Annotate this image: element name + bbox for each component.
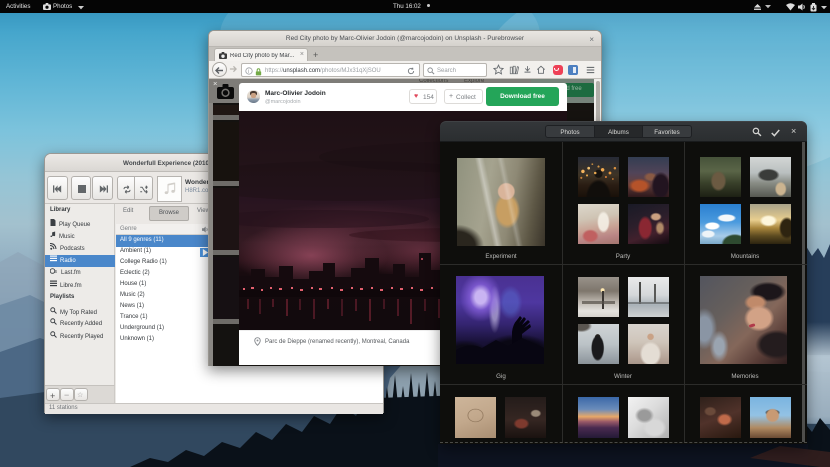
svg-text:i: i xyxy=(248,69,249,75)
svg-text:s: s xyxy=(55,269,58,274)
